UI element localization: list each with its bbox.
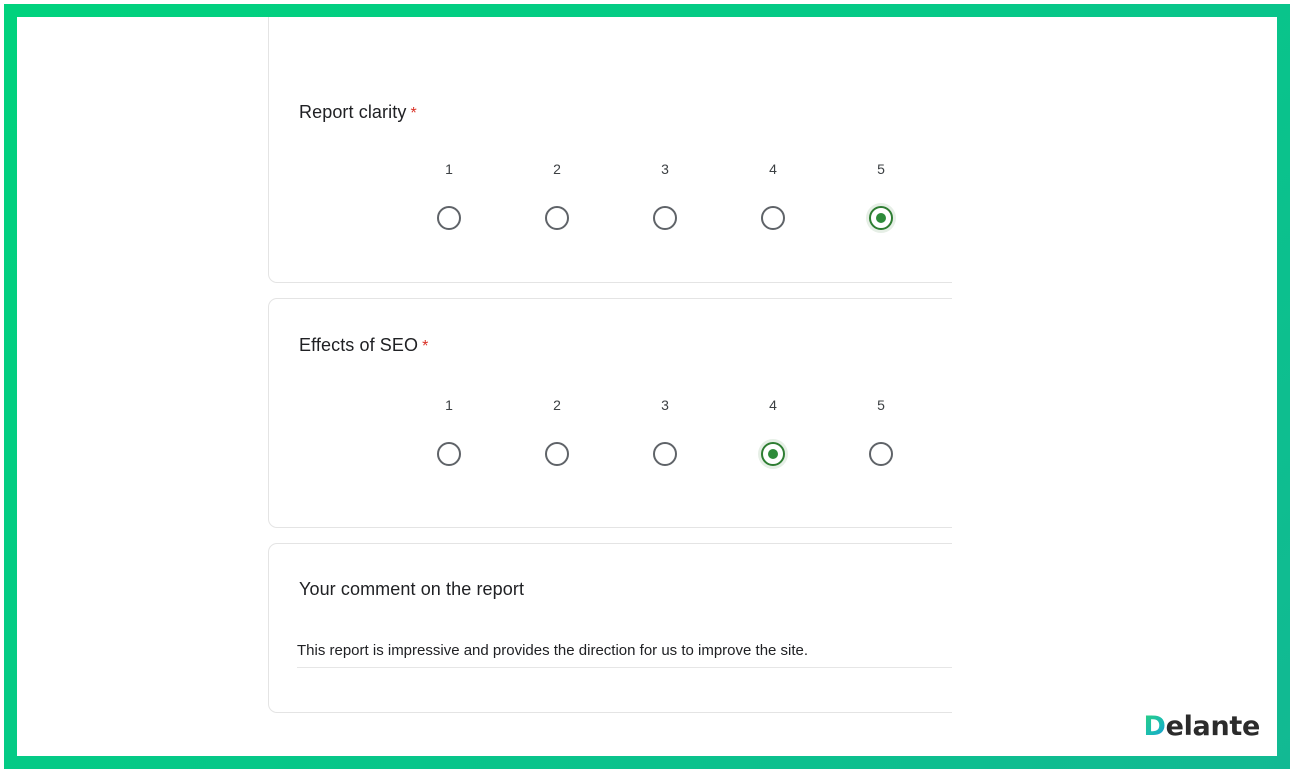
scale-option-1[interactable]: 1 [419,396,479,466]
question-title-text: Your comment on the report [299,579,525,599]
scale-label: 5 [877,161,885,177]
scale-label: 5 [877,397,885,413]
frame-border: Report clarity * 1 2 3 4 5 Effects of SE… [4,4,1290,769]
scale-option-2[interactable]: 2 [527,396,587,466]
scale-label: 4 [769,397,777,413]
radio-button[interactable] [653,442,677,466]
radio-button[interactable] [869,442,893,466]
scale-option-3[interactable]: 3 [635,396,695,466]
delante-logo: Delante [1143,711,1260,742]
scale-label: 3 [661,397,669,413]
scale-option-4[interactable]: 4 [743,160,803,230]
radio-button-selected[interactable] [869,206,893,230]
scale-option-5[interactable]: 5 [851,396,911,466]
question-title: Your comment on the report [299,579,524,600]
scale-label: 4 [769,161,777,177]
logo-letter-d: D [1143,711,1166,742]
scale-option-4[interactable]: 4 [743,396,803,466]
logo-text: elante [1165,711,1261,742]
question-card-effects-of-seo: Effects of SEO * 1 2 3 4 5 [268,298,952,528]
content-area: Report clarity * 1 2 3 4 5 Effects of SE… [17,17,1277,756]
form-clip: Report clarity * 1 2 3 4 5 Effects of SE… [17,17,952,756]
radio-button[interactable] [545,206,569,230]
linear-scale: 1 2 3 4 5 [269,17,952,282]
question-card-comment: Your comment on the report This report i… [268,543,952,713]
radio-button[interactable] [437,442,461,466]
radio-button[interactable] [761,206,785,230]
scale-label: 3 [661,161,669,177]
radio-button[interactable] [653,206,677,230]
scale-label: 2 [553,161,561,177]
comment-answer-field[interactable]: This report is impressive and provides t… [297,642,952,668]
scale-label: 1 [445,161,453,177]
radio-button-selected[interactable] [761,442,785,466]
linear-scale: 1 2 3 4 5 [269,299,952,527]
scale-option-3[interactable]: 3 [635,160,695,230]
scale-label: 1 [445,397,453,413]
scale-option-5[interactable]: 5 [851,160,911,230]
scale-option-2[interactable]: 2 [527,160,587,230]
scale-option-1[interactable]: 1 [419,160,479,230]
radio-button[interactable] [545,442,569,466]
question-card-report-clarity: Report clarity * 1 2 3 4 5 [268,17,952,283]
radio-button[interactable] [437,206,461,230]
scale-label: 2 [553,397,561,413]
